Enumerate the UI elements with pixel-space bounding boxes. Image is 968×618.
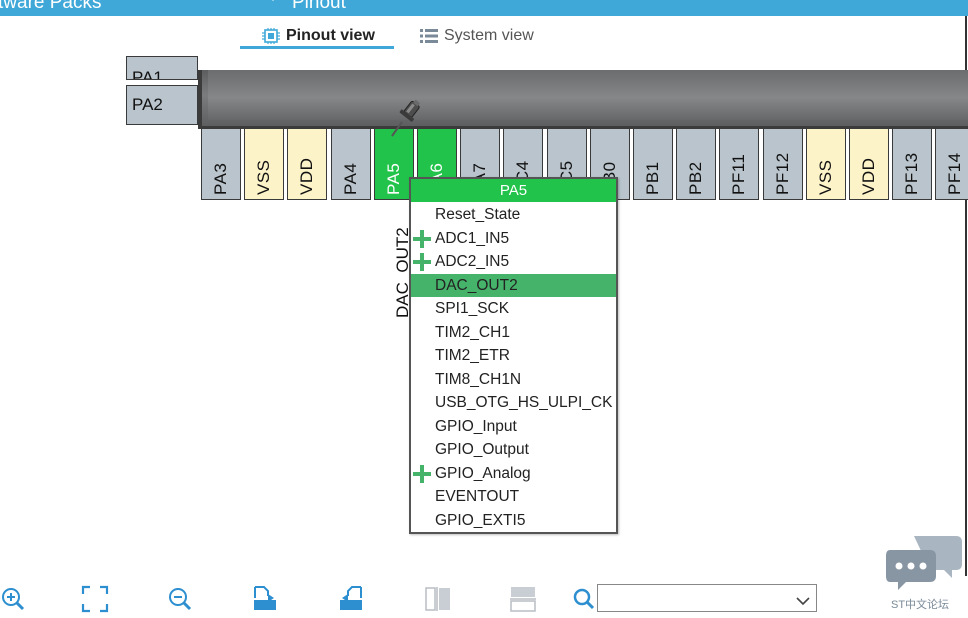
context-menu-item-label: SPI1_SCK bbox=[435, 299, 510, 317]
chip-icon bbox=[262, 28, 280, 44]
context-menu-item-label: ADC2_IN5 bbox=[435, 252, 510, 270]
pin-label-text: PB2 bbox=[686, 161, 705, 195]
pin-label-text: PF11 bbox=[729, 153, 748, 195]
context-menu-item-label: Reset_State bbox=[435, 205, 521, 223]
pin-search-combo[interactable] bbox=[597, 584, 817, 612]
pin-vss[interactable]: VSS bbox=[806, 128, 846, 200]
pin-label-text: PF12 bbox=[773, 152, 792, 195]
split-vertical-icon[interactable] bbox=[423, 584, 453, 614]
fit-screen-icon[interactable] bbox=[80, 584, 110, 614]
import-icon[interactable] bbox=[336, 584, 366, 614]
pin-label-text: PA4 bbox=[341, 162, 360, 195]
search-icon[interactable] bbox=[570, 584, 600, 614]
pin-label-text: PA3 bbox=[211, 162, 230, 195]
pin-pa2[interactable]: PA2 bbox=[126, 85, 198, 125]
pin-pf14[interactable]: PF14 bbox=[935, 128, 968, 200]
context-menu-item-label: TIM8_CH1N bbox=[435, 370, 522, 388]
pin-label-text: PF14 bbox=[945, 152, 964, 195]
context-menu-header: PA5 bbox=[411, 179, 616, 202]
split-horizontal-icon[interactable] bbox=[508, 584, 538, 614]
pinout-window: tware Packs Pinout Pinout view System vi… bbox=[0, 0, 968, 618]
active-tab-indicator bbox=[240, 46, 394, 49]
pin-label-text: VSS bbox=[254, 159, 273, 195]
pin-context-menu: PA5 Reset_State ADC1_IN5 ADC2_IN5 DAC_OUT2 S… bbox=[409, 177, 618, 534]
context-menu-item-label: TIM2_ETR bbox=[435, 346, 510, 364]
mcu-chip-body bbox=[198, 70, 968, 129]
pin-pf12[interactable]: PF12 bbox=[763, 128, 803, 200]
list-view-icon bbox=[420, 28, 438, 44]
context-menu-item-label: DAC_OUT2 bbox=[435, 276, 518, 294]
pin-label-text: VDD bbox=[859, 157, 878, 195]
pin-label-text: PF13 bbox=[902, 152, 921, 195]
pin-vdd[interactable]: VDD bbox=[287, 128, 327, 200]
context-menu-item[interactable]: Reset_State bbox=[411, 203, 616, 226]
pin-pa3[interactable]: PA3 bbox=[201, 128, 241, 200]
mcu-chip-surface bbox=[208, 70, 968, 120]
tab-system-label: System view bbox=[444, 27, 534, 44]
plus-icon bbox=[412, 252, 432, 273]
dropdown-caret-icon[interactable] bbox=[268, 0, 278, 1]
context-menu-item-label: EVENTOUT bbox=[435, 487, 520, 505]
context-menu-item[interactable]: TIM2_CH1 bbox=[411, 321, 616, 344]
context-menu-item-label: TIM2_CH1 bbox=[435, 323, 510, 341]
context-menu-item-label: ADC1_IN5 bbox=[435, 229, 510, 247]
context-menu-item-label: GPIO_Input bbox=[435, 417, 517, 435]
pin-pf11[interactable]: PF11 bbox=[719, 128, 759, 200]
plus-icon bbox=[412, 229, 432, 250]
context-menu-item[interactable]: GPIO_Input bbox=[411, 415, 616, 438]
pin-vdd[interactable]: VDD bbox=[849, 128, 889, 200]
context-menu-item[interactable]: TIM8_CH1N bbox=[411, 368, 616, 391]
context-menu-item[interactable]: ADC1_IN5 bbox=[411, 227, 616, 250]
tab-pinout-label: Pinout view bbox=[286, 27, 375, 44]
context-menu-item[interactable]: GPIO_Output bbox=[411, 438, 616, 461]
pin-label-text: PA5 bbox=[384, 162, 403, 195]
context-menu-item[interactable]: GPIO_EXTI5 bbox=[411, 509, 616, 532]
tab-pinout-view[interactable]: Pinout view bbox=[262, 24, 375, 48]
pin-label: PA1 bbox=[132, 68, 163, 80]
chevron-down-icon[interactable] bbox=[796, 593, 810, 611]
pin-pb1[interactable]: PB1 bbox=[633, 128, 673, 200]
pin-label: PA2 bbox=[132, 95, 163, 114]
pinout-menu[interactable]: Pinout bbox=[292, 0, 346, 14]
export-icon[interactable] bbox=[250, 584, 280, 614]
context-menu-item-label: USB_OTG_HS_ULPI_CK bbox=[435, 393, 613, 411]
context-menu-item-label: GPIO_EXTI5 bbox=[435, 511, 526, 529]
context-menu-item[interactable]: GPIO_Analog bbox=[411, 462, 616, 485]
context-menu-item-label: GPIO_Output bbox=[435, 440, 529, 458]
zoom-in-icon[interactable] bbox=[0, 584, 30, 614]
pin-pf13[interactable]: PF13 bbox=[892, 128, 932, 200]
pin-pa1[interactable]: PA1 bbox=[126, 56, 198, 80]
plus-icon bbox=[412, 464, 432, 485]
pin-pa4[interactable]: PA4 bbox=[331, 128, 371, 200]
pin-label-text: VDD bbox=[297, 157, 316, 195]
tab-system-view[interactable]: System view bbox=[420, 24, 534, 48]
context-menu-item[interactable]: TIM2_ETR bbox=[411, 344, 616, 367]
context-menu-item[interactable]: SPI1_SCK bbox=[411, 297, 616, 320]
context-menu-item-label: GPIO_Analog bbox=[435, 464, 531, 482]
forum-label[interactable]: ST中文论坛 bbox=[891, 596, 949, 612]
software-packs-menu[interactable]: tware Packs bbox=[0, 0, 101, 14]
zoom-out-icon[interactable] bbox=[165, 584, 195, 614]
pin-label-text: VSS bbox=[816, 159, 835, 195]
context-menu-item[interactable]: DAC_OUT2 bbox=[411, 274, 616, 297]
pin-label-text: PB1 bbox=[643, 161, 662, 195]
pushpin-icon bbox=[390, 98, 426, 143]
pin-search-input[interactable] bbox=[598, 585, 788, 611]
top-menu-bar: tware Packs Pinout bbox=[0, 0, 968, 16]
context-menu-item[interactable]: EVENTOUT bbox=[411, 485, 616, 508]
pin-vss[interactable]: VSS bbox=[244, 128, 284, 200]
context-menu-item[interactable]: USB_OTG_HS_ULPI_CK bbox=[411, 391, 616, 414]
pin-pb2[interactable]: PB2 bbox=[676, 128, 716, 200]
context-menu-item[interactable]: ADC2_IN5 bbox=[411, 250, 616, 273]
